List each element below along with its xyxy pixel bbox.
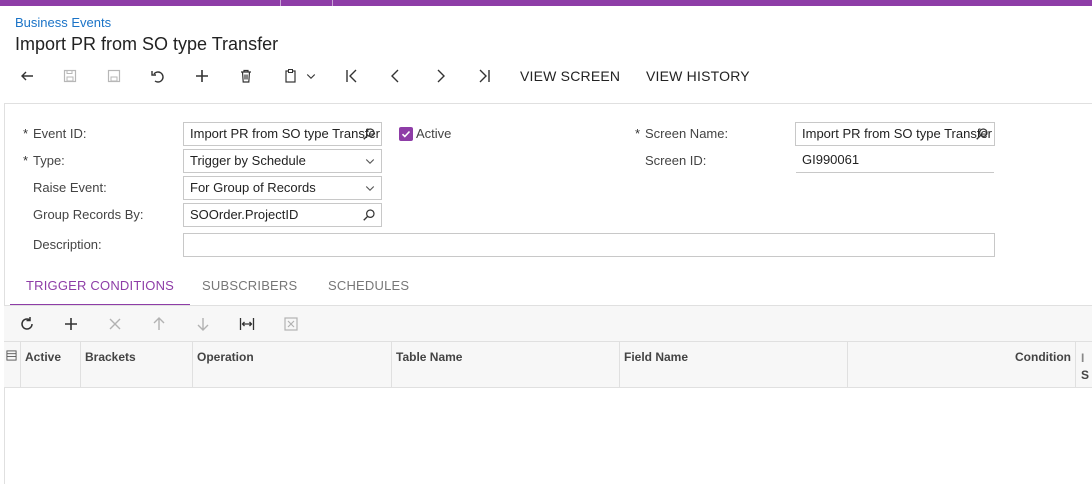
top-bar-divider	[332, 0, 333, 6]
delete-row-button[interactable]	[106, 315, 124, 333]
fit-width-icon	[239, 318, 255, 330]
column-header-active[interactable]: Active	[21, 342, 81, 388]
event-id-label: Event ID:	[23, 126, 87, 141]
last-record-button[interactable]	[474, 62, 494, 90]
grid-toolbar	[4, 306, 1092, 342]
type-label: Type:	[23, 153, 65, 168]
tab-bar: TRIGGER CONDITIONS SUBSCRIBERS SCHEDULES	[10, 270, 1092, 306]
view-screen-button[interactable]: VIEW SCREEN	[520, 62, 620, 90]
excel-icon	[284, 317, 298, 331]
chevron-down-icon	[365, 186, 375, 192]
check-icon	[401, 130, 411, 138]
tab-schedules[interactable]: SCHEDULES	[312, 270, 425, 306]
group-records-by-label: Group Records By:	[33, 207, 144, 222]
event-id-value: Import PR from SO type Transfer	[190, 126, 380, 141]
active-checkbox[interactable]	[399, 127, 413, 141]
page-title: Import PR from SO type Transfer	[15, 34, 279, 54]
screen-name-value: Import PR from SO type Transfer	[802, 126, 992, 141]
column-header-field-name[interactable]: Field Name	[620, 342, 848, 388]
copy-paste-button[interactable]	[280, 62, 320, 90]
save-icon	[107, 69, 121, 83]
raise-event-select[interactable]: For Group of Records	[183, 176, 382, 200]
screen-name-field[interactable]: Import PR from SO type Transfer	[795, 122, 995, 146]
screen-id-value: GI990061	[796, 149, 994, 173]
plus-icon	[196, 70, 208, 82]
screen-id-label: Screen ID:	[645, 153, 707, 168]
first-record-button[interactable]	[342, 62, 362, 90]
refresh-button[interactable]	[18, 315, 36, 333]
add-button[interactable]	[192, 62, 212, 90]
column-header-brackets[interactable]: Brackets	[81, 342, 193, 388]
raise-event-value: For Group of Records	[190, 180, 316, 195]
save-close-icon	[63, 69, 77, 83]
cancel-button[interactable]	[148, 62, 168, 90]
grid-header: Active Brackets Operation Table Name Fie…	[4, 342, 1092, 388]
raise-event-label: Raise Event:	[33, 180, 107, 195]
breadcrumb[interactable]: Business Events	[15, 15, 111, 30]
event-id-field[interactable]: Import PR from SO type Transfer	[183, 122, 382, 146]
tab-subscribers[interactable]: SUBSCRIBERS	[186, 270, 313, 306]
search-icon[interactable]	[362, 208, 376, 222]
trash-icon	[241, 69, 251, 83]
group-records-by-field[interactable]: SOOrder.ProjectID	[183, 203, 382, 227]
active-label: Active	[416, 126, 452, 141]
column-header-operation[interactable]: Operation	[193, 342, 392, 388]
clipboard-icon	[285, 69, 296, 83]
type-select[interactable]: Trigger by Schedule	[183, 149, 382, 173]
previous-record-button[interactable]	[386, 62, 406, 90]
column-config-icon	[6, 350, 17, 361]
column-header-condition[interactable]: Condition	[848, 342, 1076, 388]
next-record-button[interactable]	[430, 62, 450, 90]
tab-trigger-conditions[interactable]: TRIGGER CONDITIONS	[10, 270, 191, 306]
column-header-table-name[interactable]: Table Name	[392, 342, 620, 388]
move-up-button[interactable]	[150, 315, 168, 333]
plus-icon	[65, 318, 77, 330]
chevron-left-icon	[391, 69, 399, 83]
close-icon	[109, 318, 121, 330]
arrow-down-icon	[197, 318, 209, 331]
top-bar-divider	[280, 0, 281, 6]
refresh-icon	[21, 317, 33, 330]
truncated-header-part-2: S	[1081, 368, 1090, 382]
last-icon	[479, 69, 490, 83]
back-arrow-icon	[21, 71, 33, 81]
add-row-button[interactable]	[62, 315, 80, 333]
screen-name-label: Screen Name:	[635, 126, 728, 141]
description-label: Description:	[33, 237, 102, 252]
first-icon	[346, 69, 357, 83]
type-value: Trigger by Schedule	[190, 153, 306, 168]
truncated-header-part-1: I	[1081, 351, 1085, 365]
view-history-button[interactable]: VIEW HISTORY	[646, 62, 750, 90]
column-settings-button[interactable]	[4, 342, 21, 388]
arrow-up-icon	[153, 317, 165, 330]
search-icon[interactable]	[362, 127, 376, 141]
undo-icon	[151, 71, 164, 83]
chevron-down-icon	[306, 74, 316, 80]
top-accent-bar	[0, 0, 1092, 6]
save-button[interactable]	[104, 62, 124, 90]
delete-button[interactable]	[236, 62, 256, 90]
save-close-button[interactable]	[60, 62, 80, 90]
chevron-right-icon	[437, 69, 445, 83]
column-header-truncated[interactable]: I S	[1076, 342, 1092, 388]
description-field[interactable]	[183, 233, 995, 257]
fit-columns-button[interactable]	[238, 315, 256, 333]
group-records-by-value: SOOrder.ProjectID	[190, 207, 299, 222]
undo-back-button[interactable]	[17, 62, 37, 90]
main-toolbar: VIEW SCREEN VIEW HISTORY	[0, 62, 1092, 90]
chevron-down-icon	[365, 159, 375, 165]
move-down-button[interactable]	[194, 315, 212, 333]
export-excel-button[interactable]	[282, 315, 300, 333]
search-icon[interactable]	[975, 127, 989, 141]
